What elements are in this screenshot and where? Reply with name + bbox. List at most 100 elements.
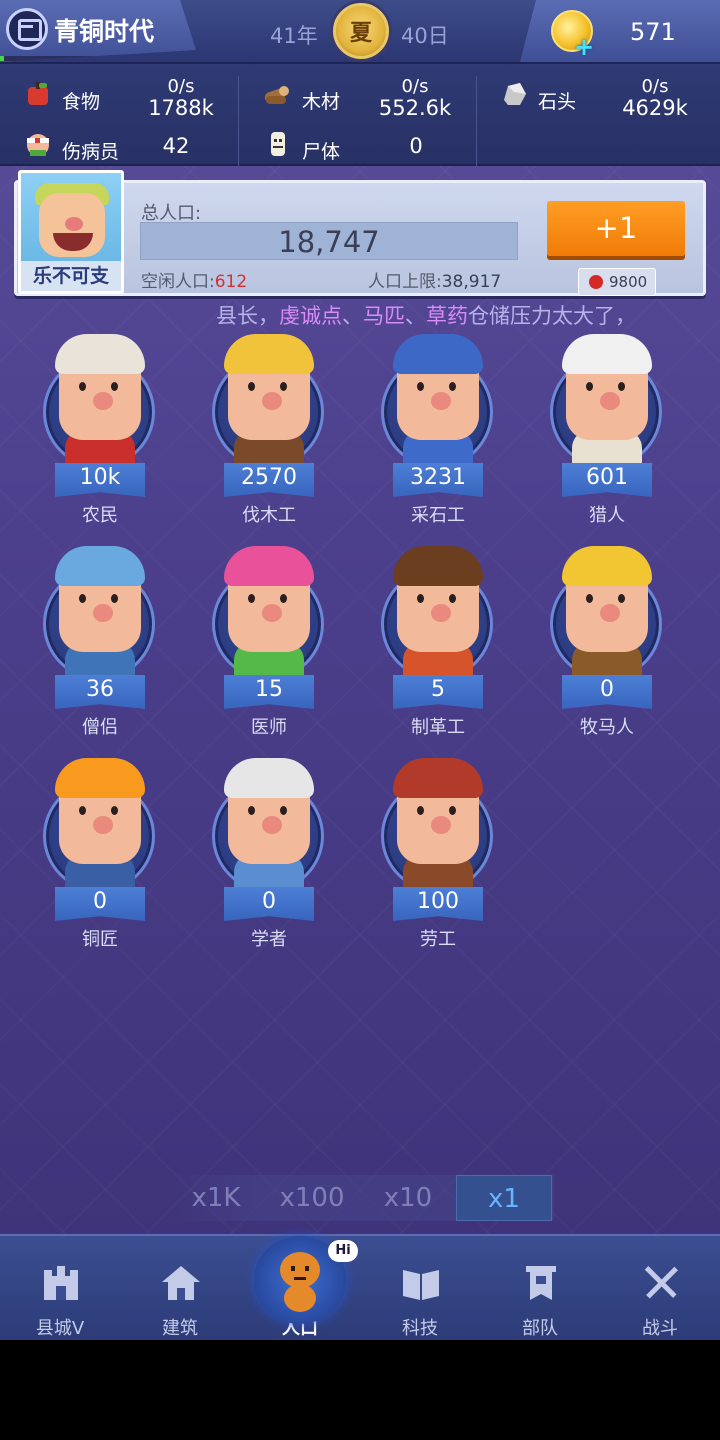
worker-count: 0 [562, 675, 652, 709]
worker-count: 0 [224, 887, 314, 921]
idle-population: 空闲人口:612 [141, 267, 247, 292]
nav-county[interactable]: 县城V [0, 1236, 120, 1340]
hi-badge: Hi [328, 1240, 358, 1262]
worker-eye [248, 806, 255, 815]
cost-value: 9800 [609, 273, 648, 291]
worker-eye [248, 382, 255, 391]
worker-card[interactable]: 100 劳工 [373, 754, 503, 950]
season-icon[interactable]: 夏 [333, 3, 389, 59]
nav-battle[interactable]: 战斗 [600, 1236, 720, 1340]
worker-card[interactable]: 2570 伐木工 [204, 330, 334, 526]
worker-eye [417, 594, 424, 603]
worker-eye [111, 806, 118, 815]
worker-count: 2570 [224, 463, 314, 497]
worker-hair [393, 546, 483, 586]
worker-card[interactable]: 0 学者 [204, 754, 334, 950]
worker-nose [93, 816, 113, 834]
worker-nose [431, 392, 451, 410]
game-screen: 青铜时代 41年 夏 40日 + 571 食物 0/s 1788k 木材 0/s… [0, 0, 720, 1340]
worker-eye [280, 382, 287, 391]
worker-nose [262, 816, 282, 834]
worker-eye [280, 594, 287, 603]
worker-eye [111, 594, 118, 603]
worker-eye [449, 382, 456, 391]
ticker-text: 、 [342, 304, 363, 328]
multiplier-x1[interactable]: x1 [456, 1175, 552, 1221]
resource-name: 尸体 [302, 141, 341, 163]
resource-name: 石头 [538, 91, 577, 113]
nav-label: 县城V [35, 1318, 85, 1339]
worker-card[interactable]: 0 牧马人 [542, 542, 672, 738]
divider [476, 76, 477, 166]
population-total: 18,747 [140, 222, 518, 260]
nav-troops[interactable]: 部队 [480, 1236, 600, 1340]
worker-card[interactable]: 10k 农民 [35, 330, 165, 526]
add-coin-icon[interactable]: + [574, 33, 594, 61]
worker-card[interactable]: 36 僧侣 [35, 542, 165, 738]
worker-name: 劳工 [420, 929, 456, 950]
worker-name: 猎人 [589, 505, 625, 526]
worker-count: 3231 [393, 463, 483, 497]
nav-buildings[interactable]: 建筑 [120, 1236, 240, 1340]
resource-amount: 1788k [148, 96, 214, 120]
resource-amount: 552.6k [378, 96, 452, 120]
stone-icon [504, 83, 526, 105]
worker-count: 15 [224, 675, 314, 709]
worker-name: 采石工 [411, 505, 465, 526]
cap-label: 人口上限: [368, 272, 442, 292]
ticker-text: 仓储压力太大了， [468, 304, 636, 328]
worker-card[interactable]: 0 铜匠 [35, 754, 165, 950]
resource-amount: 4629k [622, 96, 688, 120]
worker-card[interactable]: 601 猎人 [542, 330, 672, 526]
resource-wounded[interactable]: 伤病员 42 [24, 120, 234, 170]
worker-hair [55, 546, 145, 586]
worker-eye [586, 594, 593, 603]
wounded-icon [27, 134, 49, 156]
worker-hair [562, 334, 652, 374]
worker-eye [111, 382, 118, 391]
worker-eye [449, 806, 456, 815]
resource-rate: 0/s [401, 76, 429, 97]
resource-wood[interactable]: 木材 0/s 552.6k [260, 70, 470, 120]
worker-count: 100 [393, 887, 483, 921]
worker-hair [55, 758, 145, 798]
system-bar-area [0, 1340, 720, 1440]
multiplier-x1k[interactable]: x1K [168, 1175, 264, 1221]
worker-name: 僧侣 [82, 717, 118, 738]
worker-hair [393, 334, 483, 374]
add-population-button[interactable]: +1 [547, 201, 685, 256]
multiplier-x100[interactable]: x100 [264, 1175, 360, 1221]
resource-corpse[interactable]: 尸体 0 [264, 120, 474, 170]
worker-count: 0 [55, 887, 145, 921]
crossed-swords-icon [644, 1266, 678, 1299]
worker-card[interactable]: 3231 采石工 [373, 330, 503, 526]
year-label: 41年 [270, 24, 318, 48]
worker-card[interactable]: 15 医师 [204, 542, 334, 738]
worker-eye [248, 594, 255, 603]
multiplier-x10[interactable]: x10 [360, 1175, 456, 1221]
nav-label: 建筑 [162, 1318, 198, 1339]
coin-count: 571 [630, 18, 676, 46]
era-icon [6, 8, 48, 50]
ticker-text: 、 [405, 304, 426, 328]
worker-name: 制革工 [411, 717, 465, 738]
leader-nose [65, 217, 83, 231]
nav-tech[interactable]: 科技 [360, 1236, 480, 1340]
ticker-text: 县长， [216, 304, 279, 328]
worker-name: 农民 [82, 505, 118, 526]
worker-eye [586, 382, 593, 391]
worker-hair [562, 546, 652, 586]
population-cap: 人口上限:38,917 [368, 267, 501, 292]
worker-hair [224, 334, 314, 374]
worker-eye [618, 594, 625, 603]
worker-name: 医师 [251, 717, 287, 738]
coin-panel[interactable] [520, 0, 720, 62]
worker-nose [262, 604, 282, 622]
worker-eye [449, 594, 456, 603]
day-label: 40日 [401, 24, 449, 48]
resource-food[interactable]: 食物 0/s 1788k [24, 70, 234, 120]
resource-stone[interactable]: 石头 0/s 4629k [500, 70, 710, 120]
leader-portrait[interactable]: 乐不可支 [18, 170, 124, 294]
worker-hair [224, 546, 314, 586]
worker-card[interactable]: 5 制革工 [373, 542, 503, 738]
